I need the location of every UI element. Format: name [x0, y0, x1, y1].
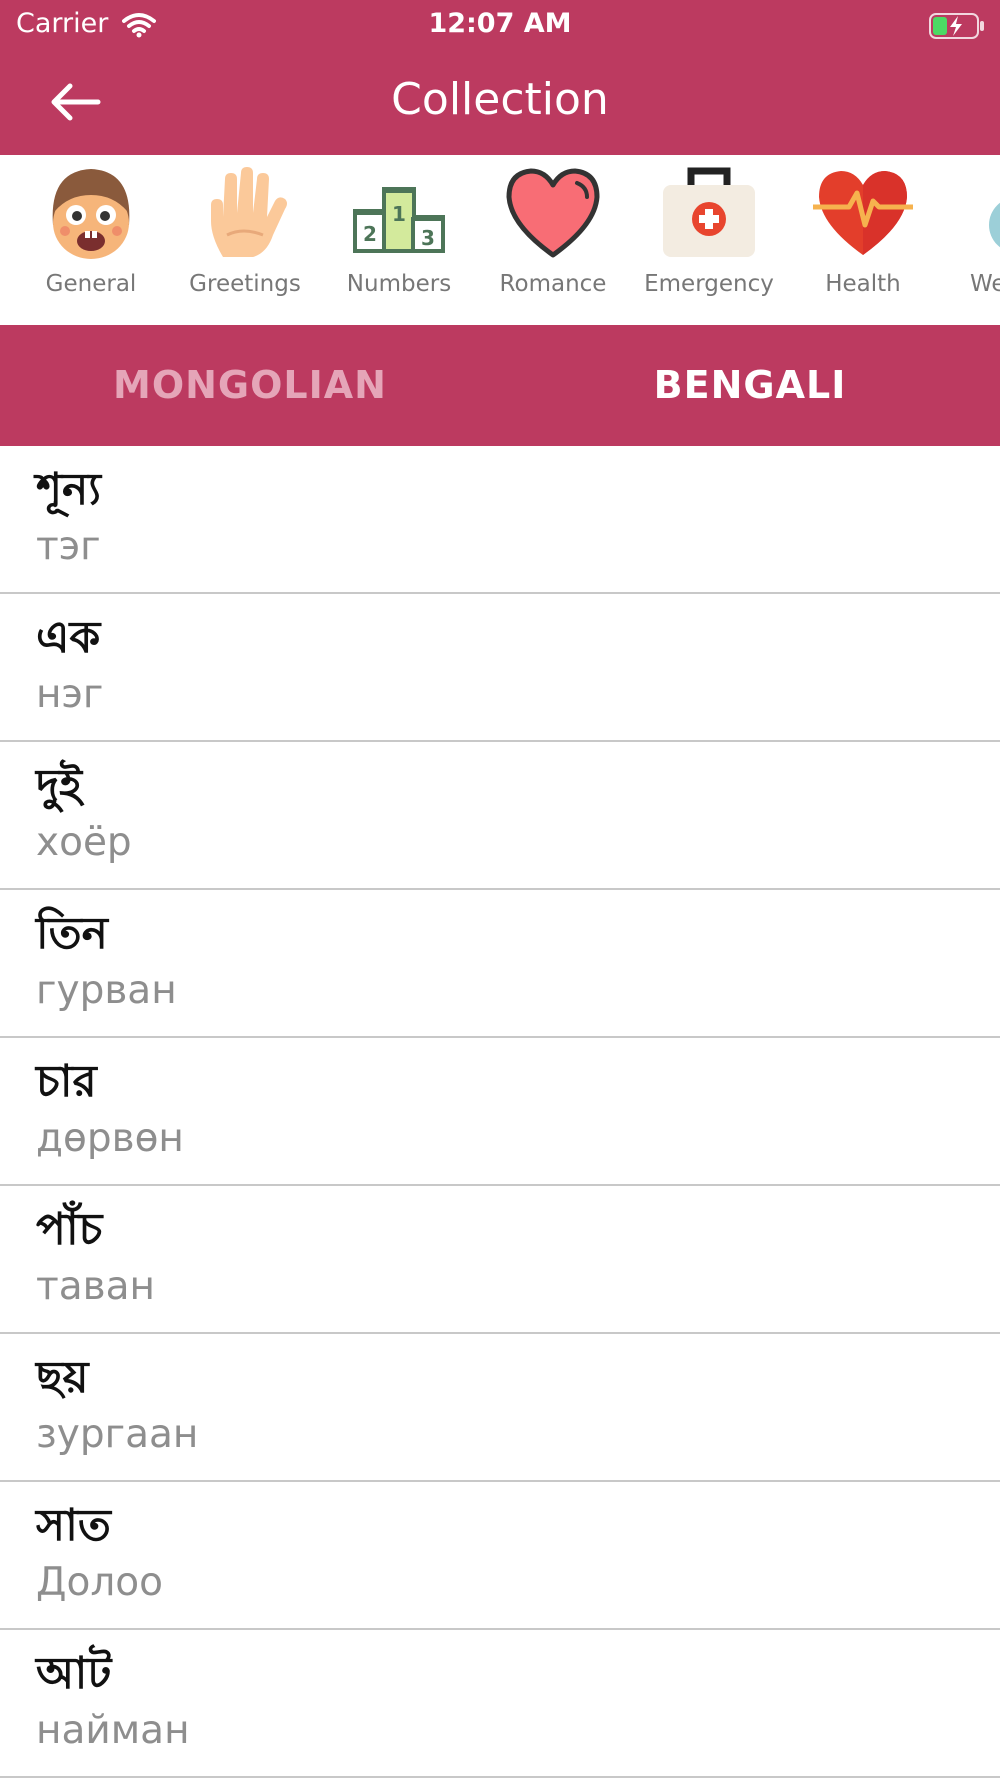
- category-label: Romance: [499, 271, 607, 297]
- category-health[interactable]: Health: [786, 165, 940, 315]
- category-romance[interactable]: Romance: [476, 165, 630, 315]
- svg-text:3: 3: [421, 226, 435, 250]
- category-label: Health: [825, 271, 901, 297]
- svg-text:2: 2: [363, 222, 377, 246]
- category-emergency[interactable]: Emergency: [632, 165, 786, 315]
- category-numbers[interactable]: 2 1 3 Numbers: [322, 165, 476, 315]
- category-label: Emergency: [644, 271, 774, 297]
- category-label: Numbers: [346, 271, 452, 297]
- bengali-word: আট: [36, 1648, 112, 1699]
- tab-mongolian[interactable]: MONGOLIAN: [0, 325, 500, 446]
- bengali-word: তিন: [36, 908, 108, 959]
- heartbeat-icon: [813, 171, 913, 255]
- mongolian-translation: зургаан: [36, 1412, 199, 1457]
- mongolian-translation: дөрвөн: [36, 1116, 184, 1161]
- list-item[interactable]: চার дөрвөн: [0, 1038, 1000, 1186]
- category-greetings[interactable]: Greetings: [168, 165, 322, 315]
- category-label: General: [45, 271, 137, 297]
- mongolian-translation: Долоо: [36, 1560, 163, 1605]
- list-item[interactable]: দুই хоёр: [0, 742, 1000, 890]
- status-bar: Carrier 12:07 AM: [0, 0, 1000, 50]
- list-item[interactable]: এক нэг: [0, 594, 1000, 742]
- list-item[interactable]: পাঁচ таван: [0, 1186, 1000, 1334]
- weather-icon: [989, 202, 1000, 248]
- mongolian-translation: гурван: [36, 968, 177, 1013]
- bengali-word: দুই: [36, 760, 83, 811]
- bengali-word: ছয়: [36, 1352, 89, 1403]
- mongolian-translation: хоёр: [36, 820, 132, 865]
- list-item[interactable]: তিন гурван: [0, 890, 1000, 1038]
- page-title: Collection: [391, 74, 609, 125]
- word-list: শূন্য тэг এক нэг দুই хоёр তিন гурван চার…: [0, 446, 1000, 1778]
- svg-text:1: 1: [392, 202, 406, 226]
- list-item[interactable]: ছয় зургаан: [0, 1334, 1000, 1482]
- bengali-word: পাঁচ: [36, 1204, 103, 1255]
- list-item[interactable]: সাত Долоо: [0, 1482, 1000, 1630]
- mongolian-translation: таван: [36, 1264, 155, 1309]
- bengali-word: শূন্য: [36, 464, 102, 515]
- list-item[interactable]: আট найман: [0, 1630, 1000, 1778]
- heart-icon: [506, 168, 600, 258]
- clock-time: 12:07 AM: [428, 8, 572, 39]
- podium-icon: 2 1 3: [353, 187, 445, 253]
- nav-bar: Collection: [0, 50, 1000, 155]
- category-general[interactable]: General: [14, 165, 168, 315]
- mongolian-translation: тэг: [36, 524, 101, 569]
- tab-bengali[interactable]: BENGALI: [500, 325, 1000, 446]
- category-weather[interactable]: We: [940, 165, 1000, 315]
- battery-charging-icon: [928, 12, 986, 44]
- bengali-word: সাত: [36, 1500, 111, 1551]
- hand-wave-icon: [211, 167, 287, 257]
- bengali-word: চার: [36, 1056, 97, 1107]
- category-label: Greetings: [189, 271, 301, 297]
- language-tabs: MONGOLIAN BENGALI: [0, 325, 1000, 446]
- kid-face-icon: [52, 169, 130, 259]
- category-scroller[interactable]: General Greetings 2 1 3 Numbers Romance: [0, 155, 1000, 325]
- mongolian-translation: найман: [36, 1708, 190, 1753]
- bengali-word: এক: [36, 612, 101, 663]
- mongolian-translation: нэг: [36, 672, 104, 717]
- list-item[interactable]: শূন্য тэг: [0, 446, 1000, 594]
- first-aid-kit-icon: [663, 167, 755, 257]
- category-label: We: [970, 271, 1000, 297]
